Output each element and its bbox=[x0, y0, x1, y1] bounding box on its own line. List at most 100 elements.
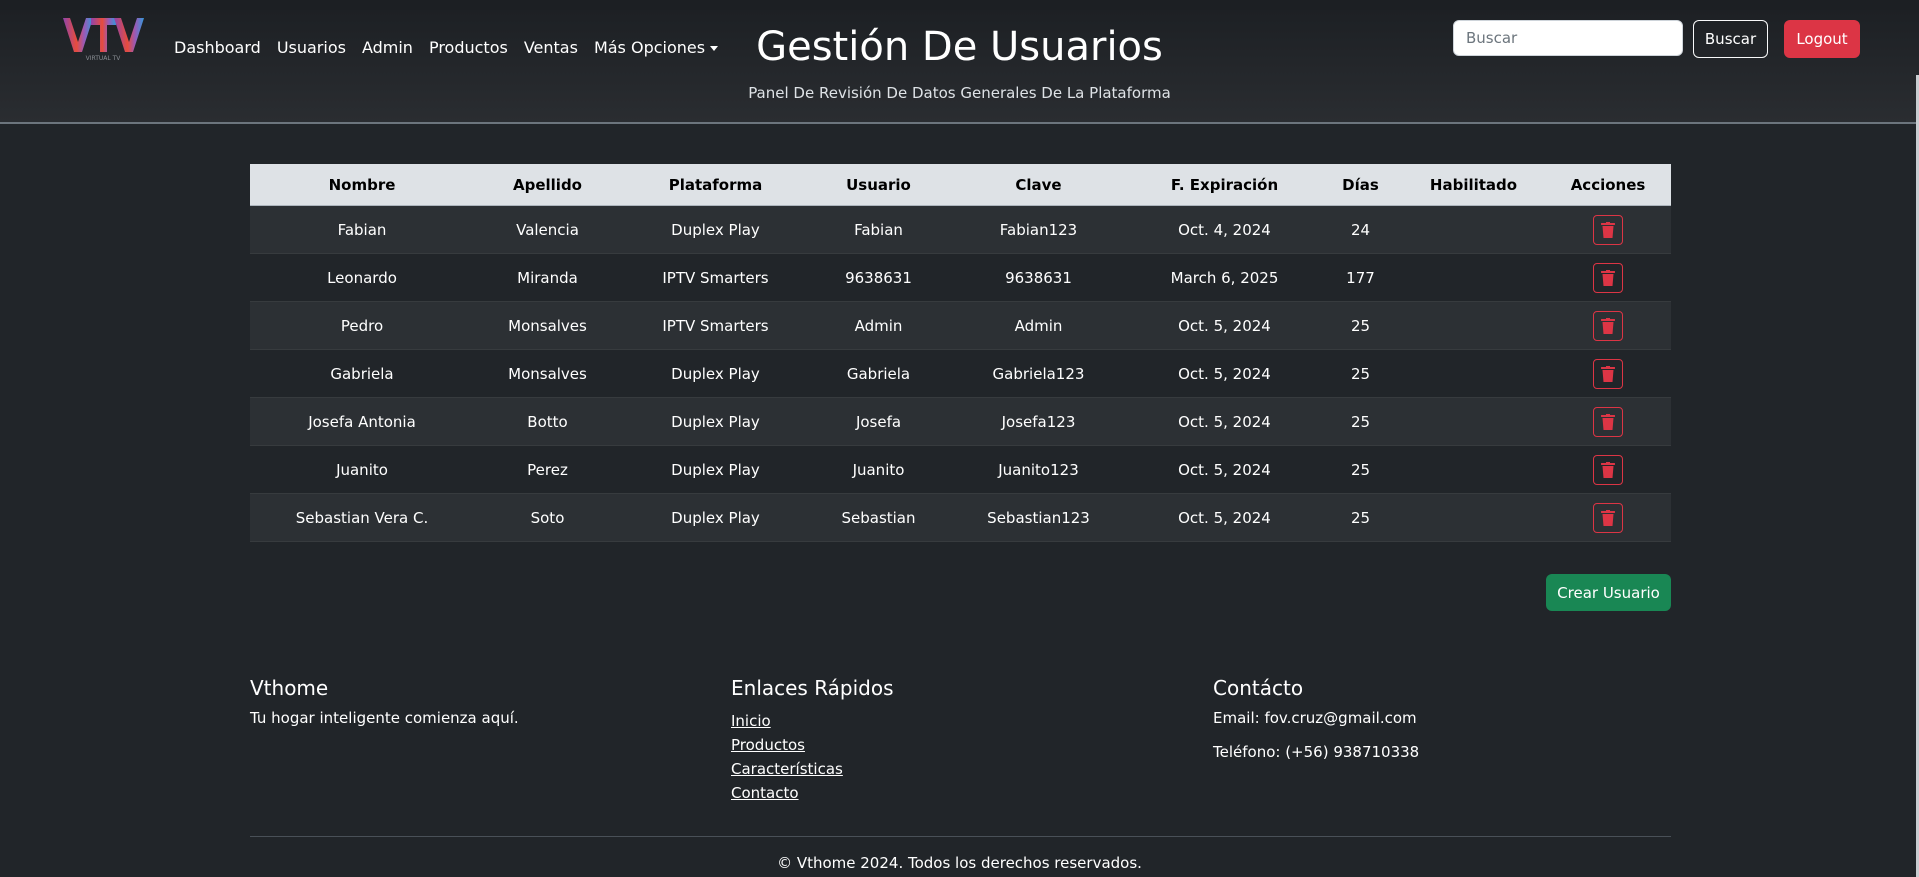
cell-apellido: Miranda bbox=[474, 253, 621, 302]
cell-habilitado bbox=[1402, 205, 1545, 254]
create-user-button[interactable]: Crear Usuario bbox=[1546, 574, 1671, 611]
cell-nombre: Gabriela bbox=[250, 349, 474, 398]
trash-icon bbox=[1601, 365, 1615, 382]
cell-apellido: Perez bbox=[474, 445, 621, 494]
cell-plataforma: IPTV Smarters bbox=[621, 301, 810, 350]
cell-dias: 25 bbox=[1319, 349, 1402, 398]
cell-acciones bbox=[1545, 253, 1671, 302]
cell-nombre: Pedro bbox=[250, 301, 474, 350]
cell-plataforma: Duplex Play bbox=[621, 349, 810, 398]
footer-brand: Vthome Tu hogar inteligente comienza aqu… bbox=[250, 676, 690, 743]
top-strip bbox=[0, 0, 1919, 10]
footer-link-contacto[interactable]: Contacto bbox=[731, 784, 799, 802]
footer-copyright: © Vthome 2024. Todos los derechos reserv… bbox=[777, 854, 1142, 872]
column-header-usuario[interactable]: Usuario bbox=[810, 164, 947, 206]
search-button[interactable]: Buscar bbox=[1693, 20, 1768, 58]
cell-expiracion: Oct. 5, 2024 bbox=[1130, 493, 1319, 542]
cell-acciones bbox=[1545, 349, 1671, 398]
column-header-dias[interactable]: Días bbox=[1319, 164, 1402, 206]
footer-contact-title: Contácto bbox=[1213, 676, 1304, 700]
table-row: Sebastian Vera C. Soto Duplex Play Sebastia… bbox=[250, 493, 1671, 542]
footer-links-title: Enlaces Rápidos bbox=[731, 676, 894, 700]
delete-user-button[interactable] bbox=[1593, 454, 1623, 485]
cell-clave: Admin bbox=[947, 301, 1130, 350]
footer-contact: Contácto Email: fov.cruz@gmail.com Teléf… bbox=[1213, 676, 1653, 777]
cell-clave: 9638631 bbox=[947, 253, 1130, 302]
cell-habilitado bbox=[1402, 301, 1545, 350]
table-row: Juanito Perez Duplex Play Juanito Juanito123… bbox=[250, 445, 1671, 494]
column-header-expiracion[interactable]: F. Expiración bbox=[1130, 164, 1319, 206]
cell-acciones bbox=[1545, 397, 1671, 446]
cell-plataforma: Duplex Play bbox=[621, 205, 810, 254]
trash-icon bbox=[1601, 221, 1615, 238]
delete-user-button[interactable] bbox=[1593, 310, 1623, 341]
cell-expiracion: Oct. 5, 2024 bbox=[1130, 301, 1319, 350]
cell-dias: 177 bbox=[1319, 253, 1402, 302]
cell-nombre: Juanito bbox=[250, 445, 474, 494]
cell-dias: 24 bbox=[1319, 205, 1402, 254]
delete-user-button[interactable] bbox=[1593, 358, 1623, 389]
cell-apellido: Botto bbox=[474, 397, 621, 446]
footer-email: Email: fov.cruz@gmail.com bbox=[1213, 709, 1417, 727]
cell-habilitado bbox=[1402, 397, 1545, 446]
trash-icon bbox=[1601, 413, 1615, 430]
delete-user-button[interactable] bbox=[1593, 406, 1623, 437]
cell-acciones bbox=[1545, 301, 1671, 350]
table-row: Pedro Monsalves IPTV Smarters Admin Admin Oct… bbox=[250, 301, 1671, 350]
table-header-row: Nombre Apellido Plataforma Usuario Clave… bbox=[250, 164, 1671, 206]
table-row: Leonardo Miranda IPTV Smarters 9638631 96386… bbox=[250, 253, 1671, 302]
cell-usuario: Sebastian bbox=[810, 493, 947, 542]
cell-plataforma: Duplex Play bbox=[621, 493, 810, 542]
search-input[interactable] bbox=[1453, 20, 1683, 56]
footer-link-productos[interactable]: Productos bbox=[731, 736, 805, 754]
table-row: Josefa Antonia Botto Duplex Play Josefa Jose… bbox=[250, 397, 1671, 446]
cell-expiracion: Oct. 4, 2024 bbox=[1130, 205, 1319, 254]
table-body: Fabian Valencia Duplex Play Fabian Fabian123… bbox=[250, 205, 1671, 542]
cell-usuario: 9638631 bbox=[810, 253, 947, 302]
footer-link-caracteristicas[interactable]: Características bbox=[731, 760, 843, 778]
column-header-nombre[interactable]: Nombre bbox=[250, 164, 474, 206]
table-row: Gabriela Monsalves Duplex Play Gabriela Gabr… bbox=[250, 349, 1671, 398]
column-header-clave[interactable]: Clave bbox=[947, 164, 1130, 206]
trash-icon bbox=[1601, 317, 1615, 334]
footer-tagline: Tu hogar inteligente comienza aquí. bbox=[250, 709, 519, 727]
cell-habilitado bbox=[1402, 445, 1545, 494]
cell-acciones bbox=[1545, 493, 1671, 542]
users-table: Nombre Apellido Plataforma Usuario Clave… bbox=[250, 164, 1671, 542]
trash-icon bbox=[1601, 461, 1615, 478]
cell-apellido: Valencia bbox=[474, 205, 621, 254]
cell-clave: Fabian123 bbox=[947, 205, 1130, 254]
footer-brand-title: Vthome bbox=[250, 676, 329, 700]
cell-usuario: Josefa bbox=[810, 397, 947, 446]
footer-link-inicio[interactable]: Inicio bbox=[731, 712, 771, 730]
cell-usuario: Gabriela bbox=[810, 349, 947, 398]
column-header-habilitado[interactable]: Habilitado bbox=[1402, 164, 1545, 206]
cell-nombre: Fabian bbox=[250, 205, 474, 254]
cell-expiracion: Oct. 5, 2024 bbox=[1130, 397, 1319, 446]
logout-button[interactable]: Logout bbox=[1784, 20, 1860, 58]
cell-dias: 25 bbox=[1319, 301, 1402, 350]
delete-user-button[interactable] bbox=[1593, 502, 1623, 533]
cell-apellido: Monsalves bbox=[474, 301, 621, 350]
page-header: VIRTUAL TV Dashboard Usuarios Admin Prod… bbox=[0, 10, 1919, 124]
cell-dias: 25 bbox=[1319, 445, 1402, 494]
cell-clave: Gabriela123 bbox=[947, 349, 1130, 398]
page-subtitle: Panel De Revisión De Datos Generales De … bbox=[748, 84, 1171, 102]
cell-clave: Sebastian123 bbox=[947, 493, 1130, 542]
trash-icon bbox=[1601, 269, 1615, 286]
delete-user-button[interactable] bbox=[1593, 262, 1623, 293]
cell-nombre: Leonardo bbox=[250, 253, 474, 302]
column-header-acciones: Acciones bbox=[1545, 164, 1671, 206]
cell-habilitado bbox=[1402, 253, 1545, 302]
cell-nombre: Josefa Antonia bbox=[250, 397, 474, 446]
table-row: Fabian Valencia Duplex Play Fabian Fabian123… bbox=[250, 205, 1671, 254]
column-header-apellido[interactable]: Apellido bbox=[474, 164, 621, 206]
cell-plataforma: Duplex Play bbox=[621, 445, 810, 494]
cell-plataforma: Duplex Play bbox=[621, 397, 810, 446]
column-header-plataforma[interactable]: Plataforma bbox=[621, 164, 810, 206]
cell-expiracion: March 6, 2025 bbox=[1130, 253, 1319, 302]
footer-divider bbox=[250, 836, 1671, 837]
delete-user-button[interactable] bbox=[1593, 214, 1623, 245]
cell-expiracion: Oct. 5, 2024 bbox=[1130, 445, 1319, 494]
cell-acciones bbox=[1545, 205, 1671, 254]
